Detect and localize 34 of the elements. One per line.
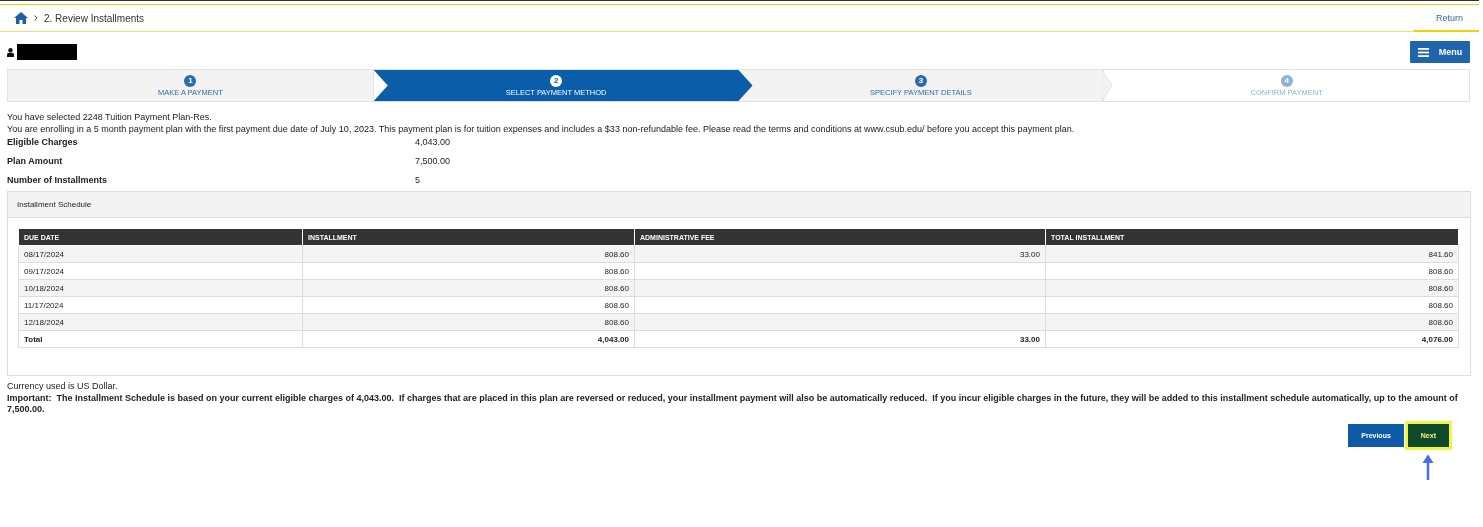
summary-value: 5 bbox=[415, 175, 421, 185]
table-cell: 808.60 bbox=[302, 296, 635, 314]
table-cell: 808.60 bbox=[1045, 296, 1459, 314]
arrow-icon bbox=[1422, 453, 1435, 480]
step-number: 1 bbox=[184, 74, 197, 87]
summary-label: Eligible Charges bbox=[7, 137, 79, 147]
table-cell: 11/17/2024 bbox=[18, 296, 303, 314]
intro-text: You have selected 2248 Tuition Payment Plan-Res. bbox=[7, 112, 213, 124]
table-cell: 09/17/2024 bbox=[18, 262, 303, 280]
table-cell: 808.60 bbox=[302, 262, 635, 280]
total-cell: 4,076.00 bbox=[1045, 330, 1459, 348]
summary-label: Number of Installments bbox=[7, 175, 108, 185]
total-cell: 4,043.00 bbox=[302, 330, 635, 348]
menu-button[interactable]: Menu bbox=[1410, 41, 1470, 63]
redacted-block bbox=[17, 44, 77, 60]
home-icon[interactable] bbox=[14, 12, 28, 24]
step-number: 2 bbox=[550, 74, 563, 87]
important-note: Important: The Installment Schedule is based on your current eligible charges of 4,043.00. If charges that are placed in this plan are reversed or reduced, your installment payment will also be automatically reduced. If you incur eligible charges in the future, they will be added to this installment schedule automatically, up to the amount of 7,500.00. bbox=[7, 392, 1459, 416]
chevron-icon bbox=[34, 15, 38, 21]
currency-note: Currency used is US Dollar. bbox=[7, 381, 119, 393]
summary-value: 4,043.00 bbox=[415, 137, 452, 147]
menu-icon bbox=[1417, 47, 1429, 57]
summary-value: 7,500.00 bbox=[415, 156, 452, 166]
summary-label: Plan Amount bbox=[7, 156, 64, 166]
total-cell: Total bbox=[18, 330, 303, 348]
table-cell: 808.60 bbox=[1045, 262, 1459, 280]
intro-text: You are enrolling in a 5 month payment plan with the first payment due date of July 10, 2023. This payment plan is for tuition expenses and includes a $33 non-refundable fee. Please read the terms and conditions at www.csub.edu/ before you accept this payment plan. bbox=[7, 123, 1076, 135]
total-cell: 33.00 bbox=[634, 330, 1046, 348]
panel-title: Installment Schedule bbox=[17, 200, 92, 209]
step-number: 3 bbox=[914, 74, 927, 87]
step-number: 4 bbox=[1280, 74, 1293, 87]
user-icon bbox=[7, 47, 14, 57]
return-link[interactable]: Return bbox=[1414, 5, 1479, 32]
breadcrumb-current: 2. Review Installments bbox=[44, 12, 145, 24]
